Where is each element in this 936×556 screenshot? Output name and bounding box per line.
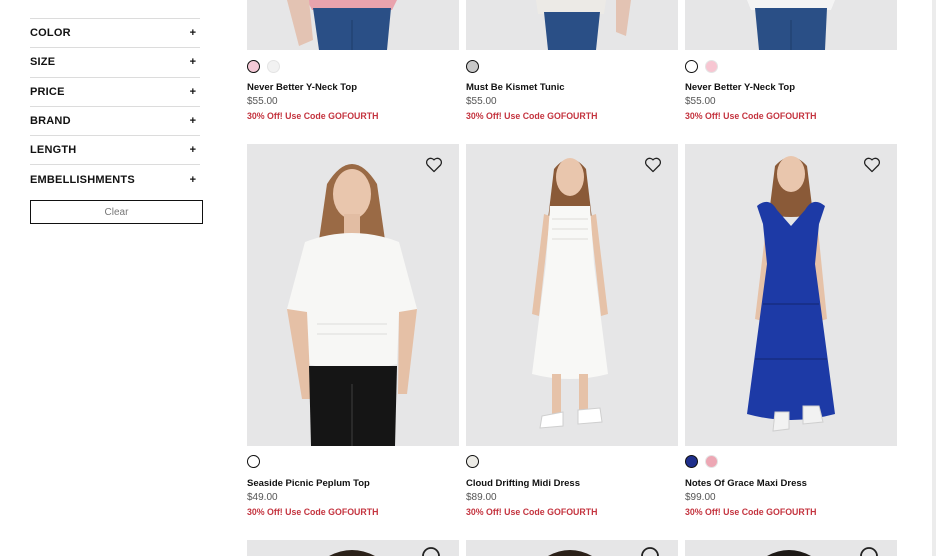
product-name[interactable]: Must Be Kismet Tunic: [466, 82, 565, 93]
product-image[interactable]: [466, 144, 678, 446]
product-price: $99.00: [685, 492, 716, 503]
color-swatches: [685, 60, 718, 73]
product-name[interactable]: Cloud Drifting Midi Dress: [466, 478, 580, 489]
promo-text: 30% Off! Use Code GOFOURTH: [247, 111, 379, 121]
product-image[interactable]: [247, 0, 459, 50]
filter-label: EMBELLISHMENTS: [30, 173, 135, 186]
product-name[interactable]: Never Better Y-Neck Top: [247, 82, 357, 93]
page-scrollbar[interactable]: [932, 0, 936, 556]
color-swatches: [247, 455, 260, 468]
plus-icon[interactable]: +: [190, 56, 196, 68]
product-name[interactable]: Never Better Y-Neck Top: [685, 82, 795, 93]
product-image[interactable]: [247, 540, 459, 556]
filter-length[interactable]: LENGTH +: [30, 135, 200, 164]
plus-icon[interactable]: +: [190, 144, 196, 156]
filter-label: LENGTH: [30, 144, 77, 157]
plus-icon[interactable]: +: [190, 27, 196, 39]
product-price: $55.00: [247, 96, 278, 107]
plus-icon[interactable]: +: [190, 115, 196, 127]
heart-icon[interactable]: [863, 157, 881, 173]
product-price: $49.00: [247, 492, 278, 503]
clear-filters-button[interactable]: Clear: [30, 200, 203, 224]
filter-color[interactable]: COLOR +: [30, 18, 200, 47]
product-name[interactable]: Notes Of Grace Maxi Dress: [685, 478, 807, 489]
filter-label: COLOR: [30, 27, 71, 40]
product-image[interactable]: [685, 540, 897, 556]
promo-text: 30% Off! Use Code GOFOURTH: [247, 507, 379, 517]
filter-label: SIZE: [30, 56, 56, 69]
product-price: $89.00: [466, 492, 497, 503]
color-swatch[interactable]: [705, 455, 718, 468]
color-swatch[interactable]: [705, 60, 718, 73]
heart-icon[interactable]: [644, 157, 662, 173]
color-swatch[interactable]: [247, 455, 260, 468]
promo-text: 30% Off! Use Code GOFOURTH: [466, 111, 598, 121]
color-swatch[interactable]: [267, 60, 280, 73]
color-swatch[interactable]: [466, 60, 479, 73]
product-image[interactable]: [466, 0, 678, 50]
color-swatches: [685, 455, 718, 468]
color-swatch[interactable]: [685, 455, 698, 468]
product-name[interactable]: Seaside Picnic Peplum Top: [247, 478, 370, 489]
product-image[interactable]: [685, 0, 897, 50]
filter-label: BRAND: [30, 115, 71, 128]
filter-price[interactable]: PRICE +: [30, 76, 200, 106]
filter-sidebar: COLOR + SIZE + PRICE + BRAND + LENGTH + …: [30, 18, 200, 194]
plus-icon[interactable]: +: [190, 174, 196, 186]
filter-label: PRICE: [30, 85, 65, 98]
color-swatch[interactable]: [247, 60, 260, 73]
color-swatch[interactable]: [685, 60, 698, 73]
promo-text: 30% Off! Use Code GOFOURTH: [685, 507, 817, 517]
promo-text: 30% Off! Use Code GOFOURTH: [466, 507, 598, 517]
color-swatch[interactable]: [466, 455, 479, 468]
plus-icon[interactable]: +: [190, 86, 196, 98]
product-price: $55.00: [466, 96, 497, 107]
promo-text: 30% Off! Use Code GOFOURTH: [685, 111, 817, 121]
filter-brand[interactable]: BRAND +: [30, 105, 200, 135]
product-price: $55.00: [685, 96, 716, 107]
product-image[interactable]: [466, 540, 678, 556]
color-swatches: [466, 455, 479, 468]
product-image[interactable]: [685, 144, 897, 446]
filter-size[interactable]: SIZE +: [30, 47, 200, 76]
product-image[interactable]: [247, 144, 459, 446]
color-swatches: [247, 60, 280, 73]
filter-embellishments[interactable]: EMBELLISHMENTS +: [30, 164, 200, 193]
heart-icon[interactable]: [425, 157, 443, 173]
color-swatches: [466, 60, 479, 73]
